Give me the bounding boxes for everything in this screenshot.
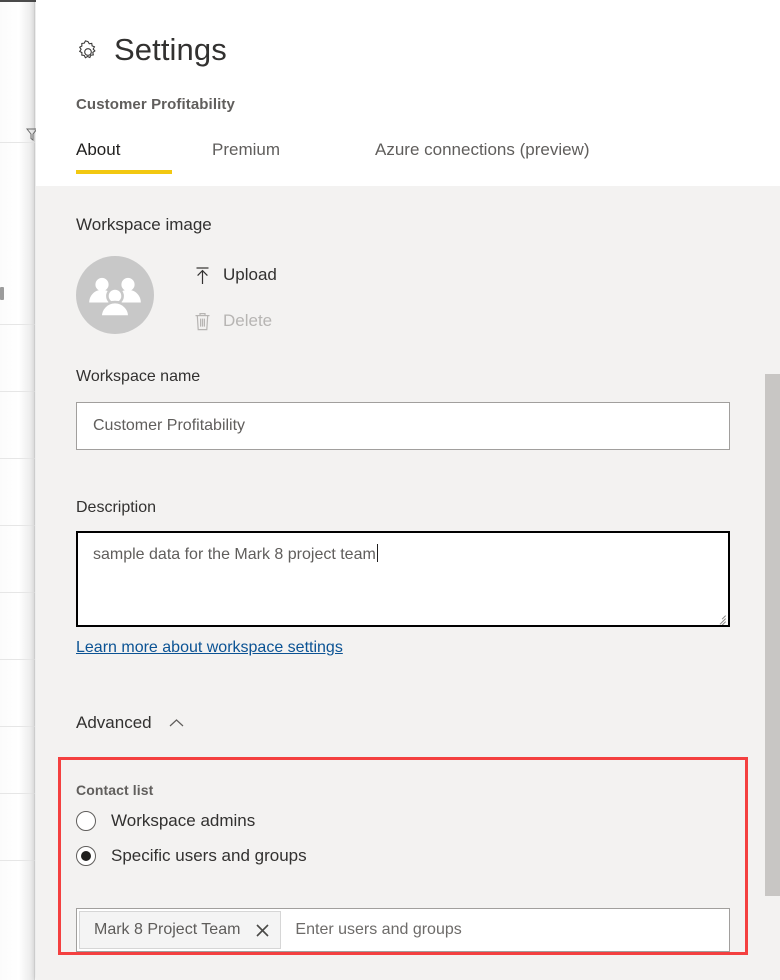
radio-button-checked <box>76 846 96 866</box>
tab-premium-label: Premium <box>212 140 281 159</box>
page-title-row: Settings <box>76 33 227 67</box>
page-title: Settings <box>114 32 227 67</box>
background-row-divider <box>0 324 35 325</box>
group-people-icon <box>86 266 144 324</box>
learn-more-link[interactable]: Learn more about workspace settings <box>76 637 343 659</box>
delete-label: Delete <box>223 311 273 330</box>
resize-handle[interactable] <box>714 611 726 625</box>
tab-azure-connections[interactable]: Azure connections (preview) <box>375 140 589 174</box>
advanced-label: Advanced <box>76 713 152 732</box>
active-tab-indicator <box>76 170 172 174</box>
description-label: Description <box>76 499 157 516</box>
trash-icon <box>194 312 223 331</box>
settings-tabs: About Premium Azure connections (preview… <box>76 140 589 186</box>
scrollbar-track[interactable] <box>765 186 780 980</box>
description-textarea[interactable]: sample data for the Mark 8 project team <box>76 531 730 627</box>
upload-label: Upload <box>223 265 277 284</box>
users-and-groups-field[interactable]: Mark 8 Project Team <box>76 908 730 952</box>
radio-workspace-admins[interactable]: Workspace admins <box>76 810 255 832</box>
settings-screen: Settings Customer Profitability About Pr… <box>0 0 780 980</box>
users-and-groups-input[interactable] <box>281 909 729 951</box>
tab-about[interactable]: About <box>76 140 212 174</box>
workspace-name-label: Workspace name <box>76 368 201 385</box>
advanced-section-toggle[interactable]: Advanced <box>76 712 184 734</box>
radio-workspace-admins-label: Workspace admins <box>111 811 256 830</box>
radio-button-unchecked <box>76 811 96 831</box>
close-icon[interactable] <box>240 922 271 939</box>
radio-specific-users-label: Specific users and groups <box>111 846 307 865</box>
radio-specific-users[interactable]: Specific users and groups <box>76 845 307 867</box>
text-cursor <box>376 544 378 562</box>
panel-header: Settings Customer Profitability About Pr… <box>36 0 780 186</box>
background-row-divider <box>0 659 35 660</box>
background-row-divider <box>0 391 35 392</box>
filter-funnel-icon[interactable] <box>25 128 36 142</box>
background-row-divider <box>0 458 35 459</box>
background-marker <box>0 287 4 300</box>
workspace-name-input[interactable] <box>76 402 730 450</box>
tab-about-label: About <box>76 140 121 159</box>
token-label: Mark 8 Project Team <box>94 921 241 938</box>
settings-panel: Settings Customer Profitability About Pr… <box>36 0 780 980</box>
gear-icon <box>76 37 114 64</box>
background-row-divider <box>0 793 35 794</box>
background-row-divider <box>0 592 35 593</box>
tab-azure-connections-label: Azure connections (preview) <box>375 140 590 159</box>
background-page <box>0 0 36 980</box>
background-row-divider <box>0 860 35 861</box>
token-chip: Mark 8 Project Team <box>79 911 282 949</box>
scrollbar-thumb[interactable] <box>765 374 780 896</box>
contact-list-label: Contact list <box>76 782 154 798</box>
chevron-up-icon <box>152 718 184 728</box>
workspace-image-label: Workspace image <box>76 215 212 234</box>
workspace-image-actions: Upload Delete <box>194 262 277 354</box>
panel-body: Workspace image Upload Delete Workspace … <box>36 186 780 980</box>
background-list-column <box>0 2 35 980</box>
upload-button[interactable]: Upload <box>194 262 277 288</box>
tab-premium[interactable]: Premium <box>212 140 375 174</box>
delete-button[interactable]: Delete <box>194 308 277 334</box>
background-row-divider <box>0 142 35 143</box>
background-row-divider <box>0 726 35 727</box>
avatar <box>76 256 154 334</box>
description-text: sample data for the Mark 8 project team <box>93 546 376 563</box>
background-row-divider <box>0 525 35 526</box>
workspace-subtitle: Customer Profitability <box>76 96 235 113</box>
upload-arrow-icon <box>194 266 223 285</box>
